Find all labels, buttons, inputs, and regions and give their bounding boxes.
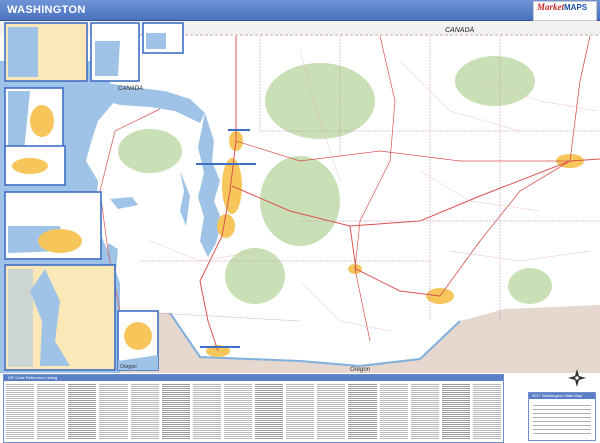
inset-maps[interactable] — [4, 22, 184, 371]
legend-row — [533, 433, 591, 434]
inset-anacortes-water — [95, 41, 120, 76]
inset-seattle-tacoma-sound — [8, 269, 33, 367]
zip-column — [192, 383, 221, 440]
zip-column — [348, 383, 377, 440]
zip-column — [255, 383, 284, 440]
zip-column — [223, 383, 252, 440]
cascade-forest-north — [265, 63, 375, 139]
colville-forest — [455, 56, 535, 106]
zip-column — [379, 383, 408, 440]
zip-column — [410, 383, 439, 440]
zip-column — [286, 383, 315, 440]
canada-region — [0, 21, 600, 35]
map-title: WASHINGTON — [7, 4, 86, 16]
legend-row — [533, 425, 591, 426]
legend-row — [533, 429, 591, 430]
puget-sound — [198, 113, 222, 257]
oregon-inset-label: Oregon — [120, 364, 137, 370]
legend-row — [533, 417, 591, 418]
zip-column — [37, 383, 66, 440]
umatilla-forest — [508, 268, 552, 304]
legend-row — [533, 409, 591, 410]
zip-table-header: ZIP Code Reference Listing — [4, 375, 503, 381]
inset-port-angeles-urban — [12, 158, 48, 174]
title-bar: WASHINGTON Market MAPS — [0, 0, 600, 21]
oregon-label: Oregon — [350, 367, 371, 373]
legend-row — [533, 421, 591, 422]
canada-label-top: CANADA — [445, 27, 475, 34]
inset-indicator-everett — [228, 129, 250, 131]
inset-indicator-seattle — [196, 163, 256, 165]
us-2 — [235, 140, 570, 162]
zip-code-table: ZIP Code Reference Listing — [3, 374, 504, 443]
inset-indicator-vancouver — [200, 346, 240, 348]
gifford-pinchot-forest — [225, 248, 285, 304]
zip-table-columns — [6, 383, 501, 440]
zip-column — [68, 383, 97, 440]
inset-san-juan-water — [146, 33, 166, 49]
legend-header: 2017 Washington State Map — [529, 393, 595, 399]
inset-aberdeen-urban — [38, 229, 82, 253]
canada-label-inset: CANADA — [118, 86, 143, 92]
inset-port-townsend-urban — [30, 105, 54, 137]
olympic-forest — [118, 129, 182, 173]
legend-row — [533, 413, 591, 414]
legend-row — [533, 405, 591, 406]
zip-column — [99, 383, 128, 440]
brand-name-part1: Market — [537, 2, 564, 12]
brand-logo: Market MAPS — [533, 1, 597, 21]
legend-title: 2017 Washington State Map — [532, 393, 583, 398]
columbia-river — [169, 312, 461, 368]
zip-column — [6, 383, 35, 440]
brand-name-part2: MAPS — [564, 3, 588, 12]
map-legend: 2017 Washington State Map — [528, 392, 596, 441]
cascade-forest-central — [260, 156, 340, 246]
zip-column — [161, 383, 190, 440]
zip-column — [317, 383, 346, 440]
grays-harbor — [110, 197, 138, 209]
tacoma-urban — [217, 214, 235, 238]
inset-bellingham-water — [8, 27, 38, 77]
hood-canal — [180, 171, 190, 226]
strait-of-juan-de-fuca — [95, 81, 205, 123]
zip-column — [441, 383, 470, 440]
inset-vancouver-urban — [124, 322, 152, 350]
zip-column — [130, 383, 159, 440]
zip-column — [472, 383, 501, 440]
